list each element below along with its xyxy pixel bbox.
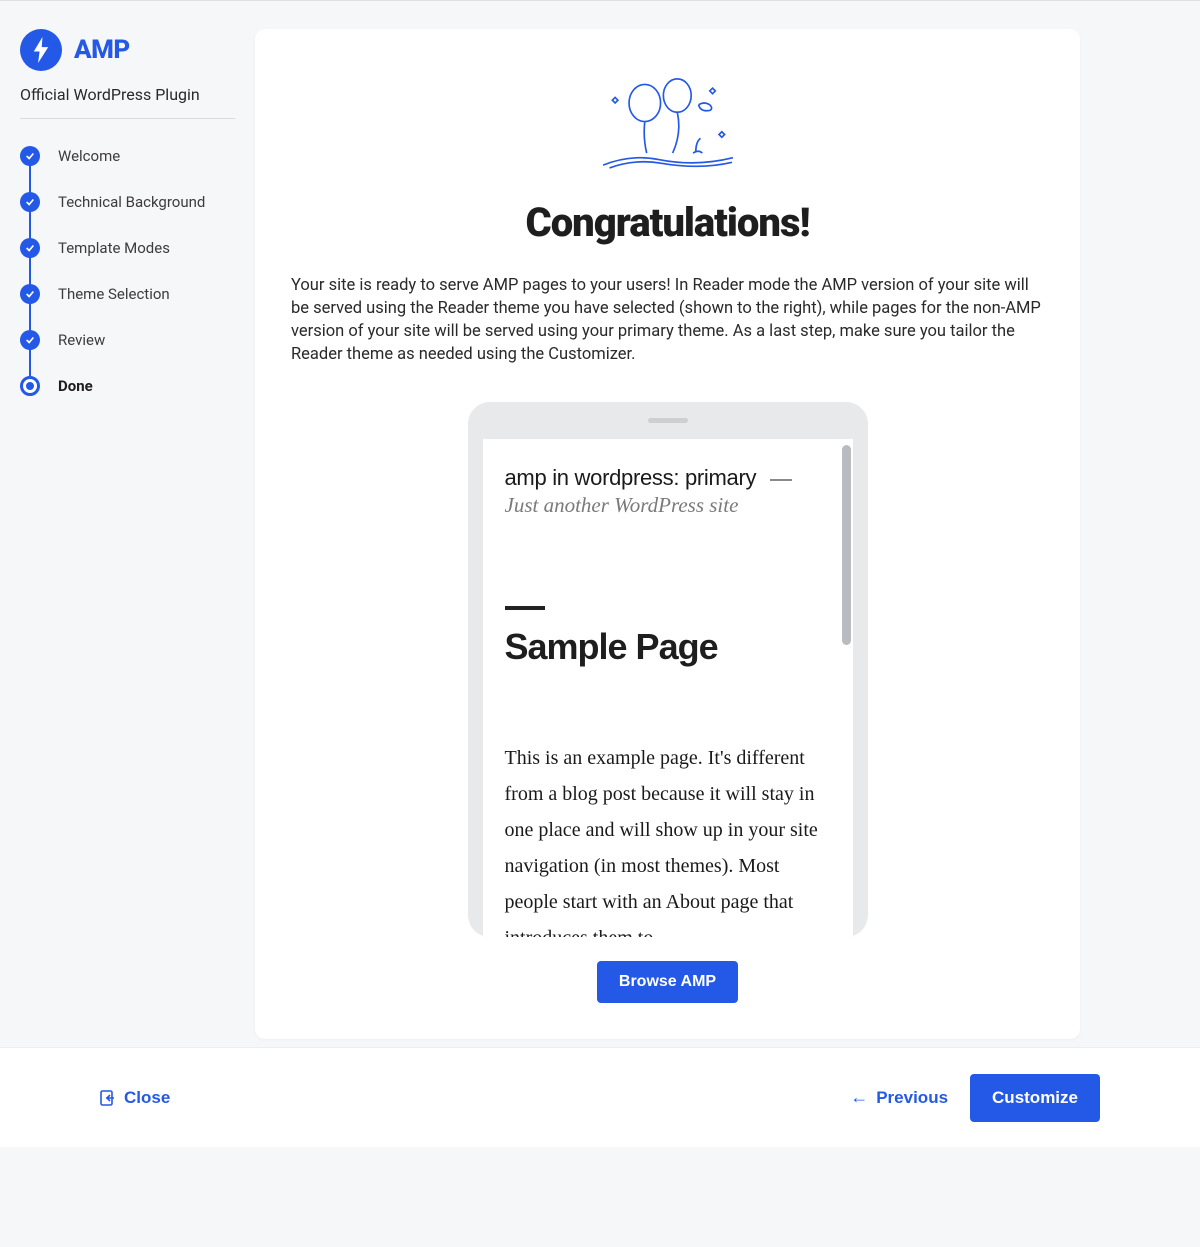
page-description: Your site is ready to serve AMP pages to… [291,274,1044,366]
brand-name: AMP [74,35,130,65]
scrollbar[interactable] [842,445,851,645]
phone-speaker [648,418,688,423]
previous-button-label: Previous [876,1088,948,1108]
preview-divider [505,606,545,610]
sidebar: AMP Official WordPress Plugin Welcome Te… [0,1,255,1039]
main-layout: AMP Official WordPress Plugin Welcome Te… [0,1,1200,1039]
step-done[interactable]: Done [20,363,235,409]
preview-site-title: amp in wordpress: primary [505,465,757,491]
preview-page-title: Sample Page [505,626,831,668]
celebration-illustration-icon [593,77,743,179]
step-label: Template Modes [58,239,170,257]
mobile-preview-frame: amp in wordpress: primary Just another W… [468,402,868,937]
wizard-footer: Close ← Previous Customize [0,1047,1200,1147]
step-template-modes[interactable]: Template Modes [20,225,235,271]
previous-button[interactable]: ← Previous [850,1087,948,1108]
lightning-icon [32,37,50,63]
menu-icon[interactable] [770,479,792,481]
arrow-left-icon: ← [850,1087,868,1108]
page-title: Congratulations! [525,199,809,246]
sidebar-divider [20,118,235,119]
main-content-card: Congratulations! Your site is ready to s… [255,29,1080,1039]
preview-header: amp in wordpress: primary [505,465,831,491]
step-review[interactable]: Review [20,317,235,363]
step-technical-background[interactable]: Technical Background [20,179,235,225]
footer-right-group: ← Previous Customize [850,1074,1100,1122]
amp-logo-icon [20,29,62,71]
exit-icon [100,1090,116,1106]
customize-button[interactable]: Customize [970,1074,1100,1122]
step-label: Technical Background [58,193,205,211]
step-label: Done [58,377,93,395]
step-label: Welcome [58,147,120,165]
step-label: Review [58,331,105,349]
close-button[interactable]: Close [100,1088,170,1108]
current-step-icon [20,376,40,396]
preview-tagline: Just another WordPress site [505,493,831,518]
step-theme-selection[interactable]: Theme Selection [20,271,235,317]
check-icon [20,284,40,304]
check-icon [20,192,40,212]
preview-page-body: This is an example page. It's different … [505,740,831,937]
preview-viewport[interactable]: amp in wordpress: primary Just another W… [483,439,853,937]
close-button-label: Close [124,1088,170,1108]
check-icon [20,238,40,258]
preview-content: amp in wordpress: primary Just another W… [483,439,853,937]
brand-row: AMP [20,29,235,71]
wizard-steps: Welcome Technical Background Template Mo… [20,133,235,409]
check-icon [20,330,40,350]
brand-subtitle: Official WordPress Plugin [20,85,235,104]
step-label: Theme Selection [58,285,170,303]
check-icon [20,146,40,166]
step-welcome[interactable]: Welcome [20,133,235,179]
browse-amp-button[interactable]: Browse AMP [597,961,738,1003]
